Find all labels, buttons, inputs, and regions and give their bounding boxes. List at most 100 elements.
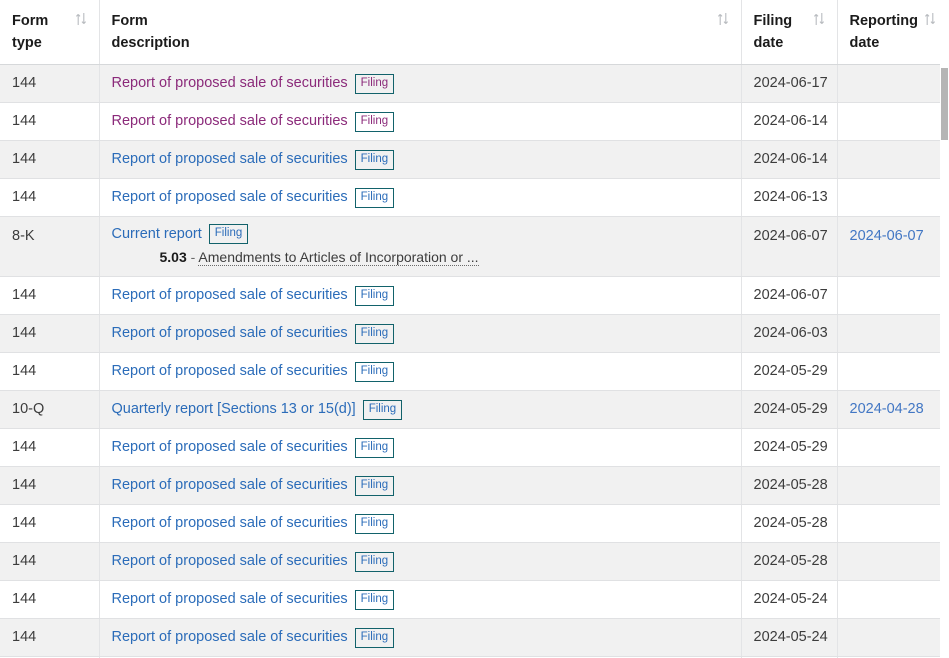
cell-filing-date: 2024-06-13 (741, 179, 837, 217)
cell-form-description: Report of proposed sale of securities Fil… (99, 619, 741, 657)
filing-badge[interactable]: Filing (355, 150, 394, 170)
form-description-link[interactable]: Current report (112, 225, 202, 244)
vertical-scrollbar[interactable] (940, 0, 949, 658)
filing-item-description[interactable]: Amendments to Articles of Incorporation … (198, 249, 478, 266)
form-description-link[interactable]: Report of proposed sale of securities (112, 74, 348, 93)
cell-reporting-date (837, 141, 941, 179)
cell-form-description: Report of proposed sale of securities Fil… (99, 353, 741, 391)
column-header-filing-date[interactable]: Filing date (741, 0, 837, 65)
column-header-filing-date-label-line2: date (754, 35, 784, 51)
cell-form-description: Current report Filing 5.03 - Amendments to… (99, 217, 741, 277)
cell-filing-date: 2024-06-03 (741, 315, 837, 353)
form-description-link[interactable]: Report of proposed sale of securities (112, 514, 348, 533)
column-header-form-type[interactable]: Form type (0, 0, 99, 65)
table-row: 144Report of proposed sale of securities… (0, 65, 941, 103)
filing-badge[interactable]: Filing (355, 188, 394, 208)
cell-form-description: Report of proposed sale of securities Fil… (99, 581, 741, 619)
filing-badge[interactable]: Filing (355, 324, 394, 344)
filing-badge[interactable]: Filing (355, 628, 394, 648)
description-line: Report of proposed sale of securities Fil… (112, 324, 729, 344)
filing-badge[interactable]: Filing (355, 286, 394, 306)
form-description-link[interactable]: Report of proposed sale of securities (112, 324, 348, 343)
cell-filing-date: 2024-06-17 (741, 65, 837, 103)
form-description-link[interactable]: Report of proposed sale of securities (112, 112, 348, 131)
cell-reporting-date: 2024-06-07 (837, 217, 941, 277)
filing-badge[interactable]: Filing (355, 438, 394, 458)
description-line: Report of proposed sale of securities Fil… (112, 514, 729, 534)
filing-badge[interactable]: Filing (355, 514, 394, 534)
cell-form-description: Report of proposed sale of securities Fil… (99, 277, 741, 315)
description-line: Report of proposed sale of securities Fil… (112, 112, 729, 132)
column-header-reporting-date-label-line1: Reporting (850, 13, 918, 29)
header-row: Form type Form (0, 0, 941, 65)
filing-item-number: 5.03 (160, 249, 187, 265)
cell-reporting-date (837, 581, 941, 619)
filing-badge[interactable]: Filing (355, 552, 394, 572)
vertical-scrollbar-thumb[interactable] (941, 68, 948, 140)
form-description-link[interactable]: Report of proposed sale of securities (112, 590, 348, 609)
cell-reporting-date (837, 179, 941, 217)
form-description-link[interactable]: Report of proposed sale of securities (112, 150, 348, 169)
form-description-link[interactable]: Report of proposed sale of securities (112, 628, 348, 647)
cell-filing-date: 2024-05-29 (741, 353, 837, 391)
description-line: Report of proposed sale of securities Fil… (112, 628, 729, 648)
form-description-link[interactable]: Report of proposed sale of securities (112, 476, 348, 495)
filing-badge[interactable]: Filing (209, 224, 248, 244)
table-row: 144Report of proposed sale of securities… (0, 179, 941, 217)
cell-filing-date: 2024-05-29 (741, 429, 837, 467)
form-description-link[interactable]: Report of proposed sale of securities (112, 438, 348, 457)
sort-updown-icon[interactable] (75, 12, 87, 26)
cell-reporting-date (837, 277, 941, 315)
cell-reporting-date (837, 619, 941, 657)
form-description-link[interactable]: Quarterly report [Sections 13 or 15(d)] (112, 400, 356, 419)
filing-badge[interactable]: Filing (363, 400, 402, 420)
filing-badge[interactable]: Filing (355, 590, 394, 610)
form-description-link[interactable]: Report of proposed sale of securities (112, 188, 348, 207)
table-row: 144 Report of proposed sale of securities… (0, 619, 941, 657)
filing-item-line: 5.03 - Amendments to Articles of Incorpo… (112, 248, 729, 266)
form-description-link[interactable]: Report of proposed sale of securities (112, 552, 348, 571)
column-header-form-type-label-line1: Form (12, 13, 48, 29)
column-header-form-description[interactable]: Form description (99, 0, 741, 65)
cell-filing-date: 2024-06-14 (741, 141, 837, 179)
description-line: Report of proposed sale of securities Fil… (112, 188, 729, 208)
table-row: 144Report of proposed sale of securities… (0, 353, 941, 391)
form-description-link[interactable]: Report of proposed sale of securities (112, 362, 348, 381)
cell-form-description: Report of proposed sale of securities Fil… (99, 429, 741, 467)
description-line: Report of proposed sale of securities Fil… (112, 74, 729, 94)
table-row: 144Report of proposed sale of securities… (0, 315, 941, 353)
sort-updown-icon[interactable] (717, 12, 729, 26)
cell-filing-date: 2024-05-28 (741, 505, 837, 543)
cell-form-description: Report of proposed sale of securities Fil… (99, 141, 741, 179)
column-header-reporting-date[interactable]: Reporting date (837, 0, 941, 65)
cell-filing-date: 2024-05-24 (741, 619, 837, 657)
form-description-link[interactable]: Report of proposed sale of securities (112, 286, 348, 305)
sort-updown-icon[interactable] (924, 12, 936, 26)
reporting-date-link[interactable]: 2024-04-28 (850, 401, 924, 417)
cell-reporting-date (837, 467, 941, 505)
cell-filing-date: 2024-06-07 (741, 277, 837, 315)
filing-badge[interactable]: Filing (355, 362, 394, 382)
cell-form-type: 144 (0, 505, 99, 543)
cell-form-type: 144 (0, 619, 99, 657)
sort-updown-icon[interactable] (813, 12, 825, 26)
filing-badge[interactable]: Filing (355, 476, 394, 496)
description-line: Report of proposed sale of securities Fil… (112, 476, 729, 496)
filing-badge[interactable]: Filing (355, 112, 394, 132)
column-header-reporting-date-label-line2: date (850, 35, 880, 51)
description-line: Report of proposed sale of securities Fil… (112, 362, 729, 382)
cell-form-type: 144 (0, 467, 99, 505)
table-body: 144Report of proposed sale of securities… (0, 65, 941, 658)
cell-reporting-date: 2024-04-28 (837, 391, 941, 429)
cell-reporting-date (837, 543, 941, 581)
cell-form-type: 8-K (0, 217, 99, 277)
reporting-date-link[interactable]: 2024-06-07 (850, 228, 924, 244)
filing-badge[interactable]: Filing (355, 74, 394, 94)
cell-form-description: Report of proposed sale of securities Fil… (99, 315, 741, 353)
cell-form-description: Quarterly report [Sections 13 or 15(d)] F… (99, 391, 741, 429)
filings-table-viewport[interactable]: Form type Form (0, 0, 949, 658)
cell-reporting-date (837, 315, 941, 353)
filing-item-separator: - (187, 249, 199, 265)
column-header-form-description-label-line1: Form (112, 13, 148, 29)
cell-filing-date: 2024-05-29 (741, 391, 837, 429)
